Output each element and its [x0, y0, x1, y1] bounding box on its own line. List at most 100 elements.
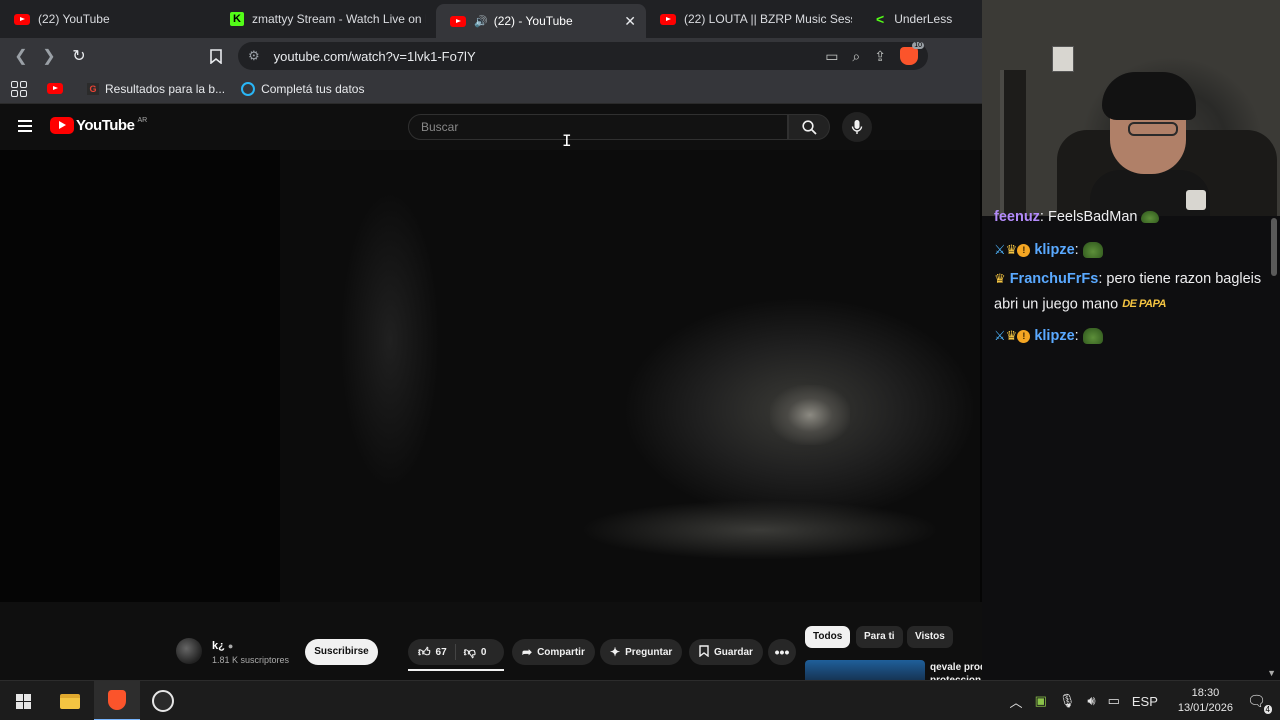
recommendation-thumbnail[interactable]: [805, 660, 925, 682]
chat-scrollbar[interactable]: [1271, 218, 1277, 276]
volume-icon[interactable]: 🔊︎: [1087, 693, 1095, 709]
tab-label: zmattyy Stream - Watch Live on K: [252, 12, 426, 26]
tray-app-icon[interactable]: ▣: [1035, 693, 1047, 709]
share-icon[interactable]: ⇪: [874, 48, 886, 65]
speaker-icon[interactable]: 🔊: [474, 15, 488, 28]
channel-name[interactable]: k¿ ●: [212, 640, 233, 652]
brave-icon: [108, 690, 126, 710]
screen: (22) YouTube K zmattyy Stream - Watch Li…: [0, 0, 1280, 720]
forward-icon[interactable]: ❯: [35, 42, 63, 70]
tab-louta[interactable]: (22) LOUTA || BZRP Music Session: [646, 0, 862, 38]
search-input[interactable]: Buscar: [408, 114, 788, 140]
more-actions-icon[interactable]: •••: [768, 639, 796, 665]
notification-icon[interactable]: 🗨︎ 4: [1247, 692, 1272, 714]
ask-label: Preguntar: [625, 646, 673, 658]
tab-label: UnderLess: [894, 12, 953, 26]
chevron-up-icon[interactable]: ︿: [1010, 692, 1023, 711]
tab-youtube-active[interactable]: 🔊 (22) - YouTube ✕: [436, 4, 646, 38]
browser-toolbar: ❮ ❯ ↻ ⚙ youtube.com/watch?v=1lvk1-Fo7lY …: [0, 38, 982, 74]
notification-count: 4: [1263, 705, 1272, 714]
language-indicator[interactable]: ESP: [1132, 694, 1158, 709]
menu-icon[interactable]: [18, 120, 32, 132]
sparkle-icon: ✦: [610, 645, 621, 659]
close-tab-icon[interactable]: ✕: [616, 13, 636, 30]
brave-shields-icon[interactable]: 10: [900, 42, 924, 65]
chat-username: klipze: [1034, 328, 1075, 344]
thumbs-up-icon: 👍︎: [418, 644, 431, 659]
network-icon[interactable]: ▭: [1108, 693, 1120, 709]
system-tray: ︿ ▣ 🎙︎ 🔊︎ ▭ ESP 18:30 13/01/2026 🗨︎ 4: [1004, 681, 1280, 720]
chat-message: ♛ FranchuFrFs: pero tiene razon bagleis …: [994, 266, 1264, 317]
dislike-button[interactable]: 👎︎ 0: [456, 645, 487, 660]
microphone-icon: [851, 120, 863, 134]
scroll-down-icon[interactable]: ▼: [1267, 668, 1276, 678]
start-button[interactable]: [0, 681, 46, 720]
bookmark-google-results[interactable]: G Resultados para la b...: [87, 82, 225, 96]
back-icon[interactable]: ❮: [7, 42, 35, 70]
chip-watched[interactable]: Vistos: [907, 626, 953, 648]
ask-button[interactable]: ✦ Preguntar: [600, 639, 683, 665]
channel-avatar[interactable]: [176, 638, 202, 664]
share-arrow-icon: ➦: [522, 645, 533, 659]
clock-time: 18:30: [1191, 687, 1220, 699]
webcam-door: [1000, 70, 1026, 216]
frog-emote-icon: [1082, 242, 1103, 259]
obs-icon: [152, 690, 174, 712]
verified-icon: ●: [227, 641, 234, 651]
cast-icon[interactable]: ▭: [825, 48, 838, 65]
obs-taskbar-button[interactable]: [140, 681, 186, 720]
bookmark-icon[interactable]: [202, 42, 230, 70]
subscribe-button[interactable]: Suscribirse: [305, 639, 378, 665]
clock[interactable]: 18:30 13/01/2026: [1178, 686, 1233, 716]
youtube-icon: [14, 13, 30, 25]
tab-label: (22) YouTube: [38, 12, 110, 26]
reload-icon[interactable]: ↻: [65, 42, 93, 70]
country-code: AR: [137, 117, 148, 124]
url-text: youtube.com/watch?v=1lvk1-Fo7lY: [273, 48, 476, 64]
chip-for-you[interactable]: Para ti: [856, 626, 903, 648]
crown-badge-icon: ♛: [994, 271, 1006, 286]
youtube-icon: [660, 13, 676, 25]
like-button[interactable]: 👍︎ 67: [408, 644, 456, 660]
save-bookmark-icon: [699, 644, 709, 660]
bookmark-complete-data[interactable]: Completá tus datos: [241, 81, 364, 96]
search-icon: [801, 119, 817, 135]
chip-all[interactable]: Todos: [805, 626, 851, 648]
file-explorer-button[interactable]: [46, 681, 94, 720]
site-settings-icon[interactable]: ⚙: [248, 48, 260, 64]
sword-badge-icon: ⚔: [994, 328, 1006, 343]
channel-name-text: k¿: [212, 640, 225, 652]
share-button[interactable]: ➦ Compartir: [512, 639, 595, 665]
chat-message: ⚔♛! klipze:: [994, 323, 1264, 349]
bookmark-youtube[interactable]: [47, 83, 71, 94]
frog-emote-icon: [1082, 328, 1103, 345]
address-bar[interactable]: ⚙ youtube.com/watch?v=1lvk1-Fo7lY ▭ ⌕ ⇪ …: [238, 42, 928, 70]
circle-icon: [241, 81, 256, 96]
webcam-overlay: [982, 0, 1280, 216]
video-frame: [280, 150, 980, 602]
voice-search-button[interactable]: [842, 112, 872, 142]
microphone-tray-icon[interactable]: 🎙︎: [1059, 693, 1076, 709]
chat-message: ⚔♛! klipze:: [994, 237, 1264, 263]
like-dislike-group: 👍︎ 67 👎︎ 0: [408, 639, 504, 665]
folder-icon: [60, 693, 80, 709]
tab-youtube-1[interactable]: (22) YouTube: [0, 0, 216, 38]
video-highlight: [770, 385, 850, 445]
apps-grid-icon[interactable]: [11, 80, 27, 97]
brave-taskbar-button[interactable]: [94, 681, 140, 720]
save-button[interactable]: Guardar: [689, 639, 763, 665]
shields-badge: 10: [912, 42, 924, 49]
youtube-icon: [47, 83, 63, 94]
sword-badge-icon: ⚔: [994, 242, 1006, 257]
zoom-icon[interactable]: ⌕: [852, 48, 860, 65]
tab-underless[interactable]: < UnderLess: [862, 0, 980, 38]
webcam-hair: [1102, 72, 1196, 120]
like-underline: [408, 669, 504, 671]
crown-badge-icon: ♛: [1005, 242, 1018, 257]
search-button[interactable]: [788, 114, 830, 140]
youtube-logo[interactable]: YouTube AR: [50, 117, 147, 134]
subscriber-count: 1.81 K suscriptores: [212, 655, 290, 665]
chat-overlay: feenuz: FeelsBadMan ⚔♛! klipze: ♛ Franch…: [982, 209, 1280, 680]
bookmark-label: Resultados para la b...: [105, 81, 226, 96]
tab-kick-stream[interactable]: K zmattyy Stream - Watch Live on K: [216, 0, 436, 38]
